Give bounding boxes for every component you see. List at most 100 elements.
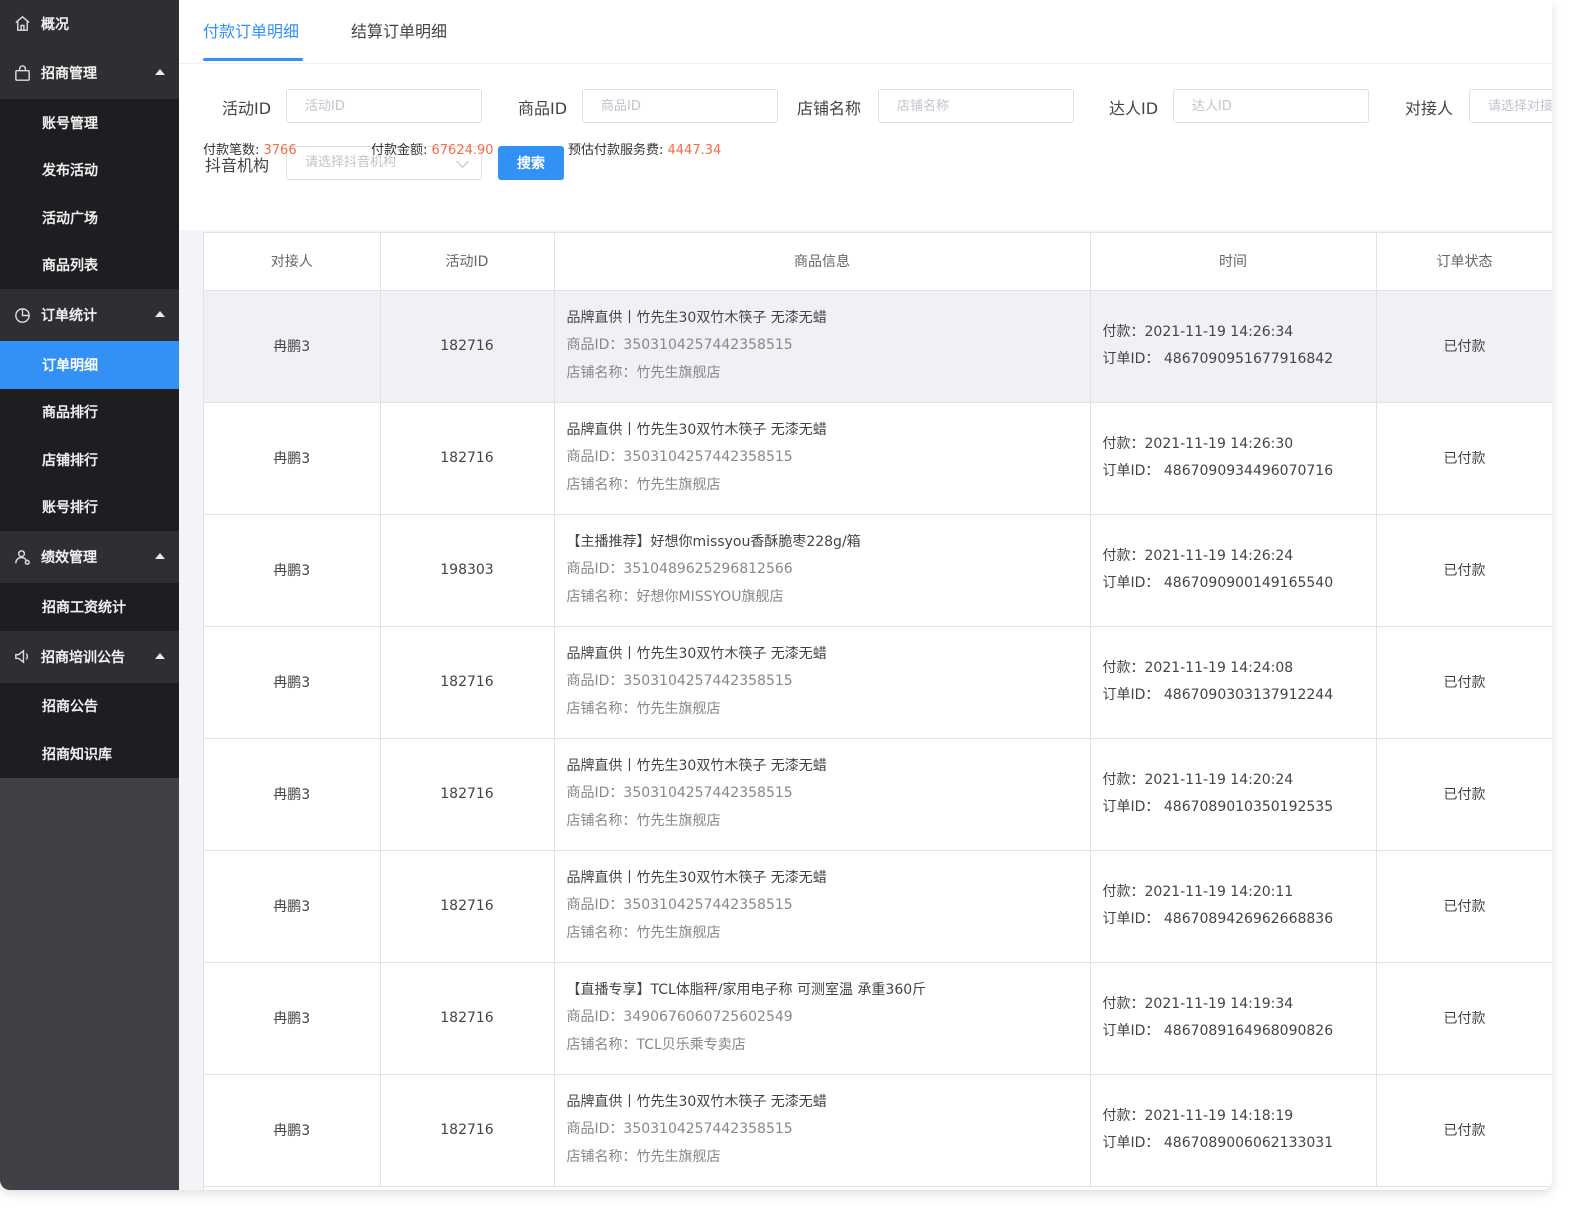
time-cell: 付款：2021-11-19 14:26:24 订单ID： 486709090014… bbox=[1090, 514, 1377, 627]
sidebar-item-shop-rank[interactable]: 店铺排行 bbox=[0, 436, 179, 484]
sidebar-item-home[interactable]: 概况 bbox=[0, 0, 179, 47]
order-id-line: 订单ID： 4867089010350192535 bbox=[1103, 794, 1376, 822]
table-row[interactable]: 冉鹏3 182716 【直播专享】TCL体脂秤/家用电子称 可测室温 承重360斤商… bbox=[204, 962, 1552, 1075]
product-id-input[interactable] bbox=[582, 89, 778, 123]
pay-time-prefix: 付款： bbox=[1102, 659, 1145, 676]
pay-time-prefix: 付款： bbox=[1102, 435, 1145, 452]
sidebar-group-orders[interactable]: 订单统计 bbox=[0, 289, 179, 341]
app-window: 概况 招商管理 账号管理 发布活动 活动广场 商品列表 订单统计 订单明细 商品… bbox=[0, 0, 1552, 1190]
contact-cell: 冉鹏3 bbox=[204, 290, 381, 403]
time-cell: 付款：2021-11-19 14:18:19 订单ID： 486708900606… bbox=[1090, 1074, 1377, 1187]
product-id-prefix: 商品ID： bbox=[566, 785, 624, 802]
sidebar-item-announcement[interactable]: 招商公告 bbox=[0, 683, 179, 731]
product-id-prefix: 商品ID： bbox=[566, 897, 624, 914]
home-icon bbox=[12, 14, 32, 34]
tab-settlement-orders[interactable]: 结算订单明细 bbox=[351, 18, 447, 62]
product-title: 品牌直供丨竹先生30双竹木筷子 无漆无蜡 bbox=[566, 421, 827, 438]
bag-icon bbox=[12, 63, 32, 83]
table-row[interactable]: 冉鹏3 182716 品牌直供丨竹先生30双竹木筷子 无漆无蜡 商品ID：350310… bbox=[204, 290, 1552, 403]
table-row[interactable]: 冉鹏3 182716 品牌直供丨竹先生30双竹木筷子 无漆无蜡 商品ID：350310… bbox=[204, 850, 1552, 963]
table-row[interactable]: 冉鹏3 182716 品牌直供丨竹先生30双竹木筷子 无漆无蜡 商品ID：350310… bbox=[204, 626, 1552, 739]
pay-time-line: 付款：2021-11-19 14:20:11 bbox=[1103, 879, 1376, 907]
shop-name-line: 店铺名称：竹先生旗舰店 bbox=[567, 696, 1090, 724]
sidebar-item-activity-square[interactable]: 活动广场 bbox=[0, 194, 179, 242]
pay-time-line: 付款：2021-11-19 14:20:24 bbox=[1103, 767, 1376, 795]
order-id-line: 订单ID： 4867090934496070716 bbox=[1103, 458, 1376, 486]
status-cell: 已付款 bbox=[1376, 402, 1552, 515]
pay-time-value: 2021-11-19 14:26:34 bbox=[1144, 323, 1294, 340]
order-id-value: 4867089010350192535 bbox=[1163, 799, 1334, 815]
product-info-cell: 品牌直供丨竹先生30双竹木筷子 无漆无蜡 商品ID：350310425744235… bbox=[554, 402, 1091, 515]
shop-name-line: 店铺名称：TCL贝乐乘专卖店 bbox=[567, 1032, 1090, 1060]
time-cell: 付款：2021-11-19 14:26:34 订单ID： 486709095167… bbox=[1090, 290, 1377, 403]
product-id-prefix: 商品ID： bbox=[566, 673, 624, 690]
sidebar-group-performance[interactable]: 绩效管理 bbox=[0, 531, 179, 583]
sidebar-item-product-list[interactable]: 商品列表 bbox=[0, 242, 179, 290]
table-row[interactable]: 冉鹏3 182716 品牌直供丨竹先生30双竹木筷子 无漆无蜡 商品ID：350310… bbox=[204, 738, 1552, 851]
shop-name-value: TCL贝乐乘专卖店 bbox=[636, 1036, 746, 1053]
order-id-value: 4867090934496070716 bbox=[1163, 463, 1334, 479]
product-id-line: 商品ID：3503104257442358515 bbox=[567, 1116, 1090, 1144]
order-id-line: 订单ID： 4867090303137912244 bbox=[1103, 682, 1376, 710]
product-id-value: 3503104257442358515 bbox=[623, 673, 793, 690]
pay-time-value: 2021-11-19 14:18:19 bbox=[1144, 1107, 1294, 1124]
submenu-orders: 订单明细 商品排行 店铺排行 账号排行 bbox=[0, 341, 179, 531]
pay-time-value: 2021-11-19 14:26:30 bbox=[1144, 435, 1294, 452]
talent-id-input[interactable] bbox=[1173, 89, 1369, 123]
activity-id-cell: 182716 bbox=[380, 1074, 555, 1187]
column-header-status: 订单状态 bbox=[1376, 233, 1552, 291]
orders-table-container: 对接人 活动ID 商品信息 时间 订单状态 冉鹏3 182716 品牌直供丨竹先生3… bbox=[203, 232, 1552, 1190]
sidebar-item-label: 概况 bbox=[41, 16, 69, 33]
table-body: 冉鹏3 182716 品牌直供丨竹先生30双竹木筷子 无漆无蜡 商品ID：350310… bbox=[204, 290, 1552, 1187]
service-fee-stat: 预估付款服务费: 4447.34 bbox=[568, 139, 721, 158]
payment-count-label: 付款笔数: bbox=[203, 143, 264, 158]
activity-id-input[interactable] bbox=[286, 89, 482, 123]
sidebar-group-label: 招商培训公告 bbox=[41, 649, 125, 666]
order-id-line: 订单ID： 4867089006062133031 bbox=[1103, 1130, 1376, 1158]
table-row[interactable]: 冉鹏3 198303 【主播推荐】好想你missyou香酥脆枣228g/箱 商品ID：… bbox=[204, 514, 1552, 627]
sidebar-item-salary-stats[interactable]: 招商工资统计 bbox=[0, 583, 179, 631]
shop-name-input[interactable] bbox=[878, 89, 1074, 123]
status-cell: 已付款 bbox=[1376, 850, 1552, 963]
sidebar-item-account-rank[interactable]: 账号排行 bbox=[0, 484, 179, 532]
time-cell: 付款：2021-11-19 14:24:08 订单ID： 486709030313… bbox=[1090, 626, 1377, 739]
search-button[interactable]: 搜索 bbox=[498, 146, 564, 180]
order-id-line: 订单ID： 4867089164968090826 bbox=[1103, 1018, 1376, 1046]
product-title: 品牌直供丨竹先生30双竹木筷子 无漆无蜡 bbox=[566, 309, 827, 326]
product-id-prefix: 商品ID： bbox=[566, 561, 624, 578]
sidebar-item-publish-activity[interactable]: 发布活动 bbox=[0, 147, 179, 195]
product-info-cell: 品牌直供丨竹先生30双竹木筷子 无漆无蜡 商品ID：350310425744235… bbox=[554, 626, 1091, 739]
shop-name-prefix: 店铺名称： bbox=[566, 700, 637, 717]
sidebar-group-merchant[interactable]: 招商管理 bbox=[0, 47, 179, 99]
product-id-line: 商品ID：3503104257442358515 bbox=[567, 332, 1090, 360]
shop-name-prefix: 店铺名称： bbox=[566, 476, 637, 493]
sidebar-item-knowledge-base[interactable]: 招商知识库 bbox=[0, 730, 179, 778]
caret-up-icon bbox=[155, 311, 165, 317]
product-id-line: 商品ID：3503104257442358515 bbox=[567, 668, 1090, 696]
sidebar-item-account-manage[interactable]: 账号管理 bbox=[0, 99, 179, 147]
active-tab-indicator bbox=[203, 58, 303, 61]
table-row[interactable]: 冉鹏3 182716 品牌直供丨竹先生30双竹木筷子 无漆无蜡 商品ID：350310… bbox=[204, 1074, 1552, 1187]
column-header-activity-id: 活动ID bbox=[380, 233, 555, 291]
order-id-value: 4867089006062133031 bbox=[1163, 1135, 1334, 1151]
sidebar-group-training[interactable]: 招商培训公告 bbox=[0, 630, 179, 683]
time-cell: 付款：2021-11-19 14:19:34 订单ID： 486708916496… bbox=[1090, 962, 1377, 1075]
time-cell: 付款：2021-11-19 14:20:24 订单ID： 486708901035… bbox=[1090, 738, 1377, 851]
product-info-cell: 【直播专享】TCL体脂秤/家用电子称 可测室温 承重360斤 商品ID：34906… bbox=[554, 962, 1091, 1075]
pay-time-line: 付款：2021-11-19 14:26:24 bbox=[1103, 543, 1376, 571]
status-cell: 已付款 bbox=[1376, 962, 1552, 1075]
order-id-value: 4867090900149165540 bbox=[1163, 575, 1334, 591]
pay-time-prefix: 付款： bbox=[1102, 323, 1145, 340]
sidebar-group-label: 绩效管理 bbox=[41, 550, 97, 566]
shop-name-prefix: 店铺名称： bbox=[566, 924, 637, 941]
caret-up-icon bbox=[155, 553, 165, 559]
contact-select[interactable] bbox=[1469, 89, 1552, 123]
order-id-prefix: 订单ID： bbox=[1102, 799, 1160, 815]
tab-payment-orders[interactable]: 付款订单明细 bbox=[203, 18, 299, 62]
table-row[interactable]: 冉鹏3 182716 品牌直供丨竹先生30双竹木筷子 无漆无蜡 商品ID：350310… bbox=[204, 402, 1552, 515]
product-id-prefix: 商品ID： bbox=[566, 449, 624, 466]
sidebar-item-order-detail[interactable]: 订单明细 bbox=[0, 341, 179, 389]
product-id-line: 商品ID：3490676060725602549 bbox=[567, 1004, 1090, 1032]
shop-name-line: 店铺名称：好想你MISSYOU旗舰店 bbox=[567, 584, 1090, 612]
sidebar-item-product-rank[interactable]: 商品排行 bbox=[0, 389, 179, 437]
